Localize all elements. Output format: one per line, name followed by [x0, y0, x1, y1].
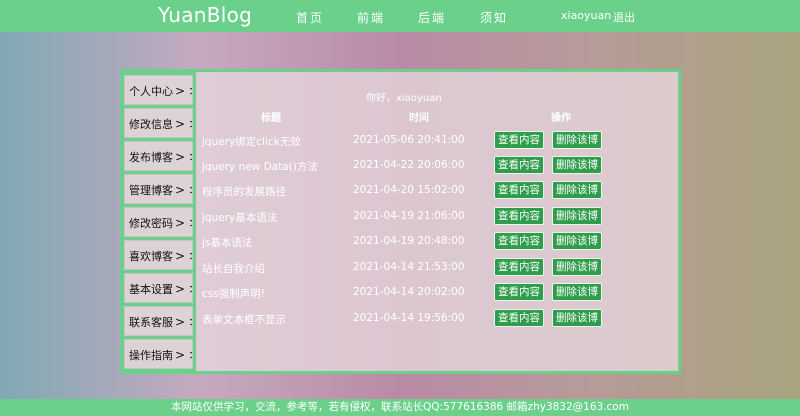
view-content-button[interactable]: 查看内容: [494, 232, 544, 250]
column-header-title: 标题: [261, 113, 281, 124]
blog-title[interactable]: 表单文本框不显示: [202, 312, 286, 327]
double-chevron-right-icon: > >: [175, 84, 192, 98]
table-row: js基本语法 2021-04-19 20:48:00 查看内容 删除该博: [123, 229, 678, 253]
blog-time: 2021-04-19 21:06:00: [353, 210, 465, 222]
blog-time: 2021-04-20 15:02:00: [353, 184, 465, 196]
blog-title[interactable]: css强制声明!: [202, 286, 265, 301]
site-logo[interactable]: YuanBlog: [158, 3, 252, 27]
sidebar-item-guide[interactable]: 操作指南> >: [124, 339, 193, 369]
table-row: 站长自我介绍 2021-04-14 21:53:00 查看内容 删除该博: [123, 255, 678, 279]
blog-title[interactable]: 站长自我介绍: [202, 261, 265, 276]
sidebar-item-profile[interactable]: 个人中心> >: [124, 75, 193, 105]
blog-title[interactable]: js基本语法: [202, 235, 252, 250]
blog-title[interactable]: 程序员的发展路径: [202, 184, 286, 199]
username[interactable]: xiaoyuan: [561, 9, 611, 22]
table-row: jquery new Data()方法 2021-04-22 20:06:00 …: [123, 153, 678, 177]
blog-time: 2021-04-14 20:02:00: [353, 286, 465, 298]
table-row: css强制声明! 2021-04-14 20:02:00 查看内容 删除该博: [123, 280, 678, 304]
view-content-button[interactable]: 查看内容: [494, 181, 544, 199]
nav-home[interactable]: 首页: [296, 9, 324, 26]
blog-time: 2021-04-19 20:48:00: [353, 235, 465, 247]
nav-frontend[interactable]: 前端: [357, 9, 385, 26]
sidebar-item-label: 操作指南: [129, 349, 173, 362]
view-content-button[interactable]: 查看内容: [494, 156, 544, 174]
delete-blog-button[interactable]: 删除该博: [552, 232, 602, 250]
double-chevron-right-icon: > >: [175, 348, 192, 362]
column-header-time: 时间: [409, 113, 429, 124]
blog-time: 2021-04-14 21:53:00: [353, 261, 465, 273]
blog-title[interactable]: jquery绑定click无效: [202, 134, 301, 149]
logout-link[interactable]: 退出: [613, 9, 635, 25]
delete-blog-button[interactable]: 删除该博: [552, 131, 602, 149]
table-row: 表单文本框不显示 2021-04-14 19:56:00 查看内容 删除该博: [123, 306, 678, 330]
blog-title[interactable]: jquery new Data()方法: [202, 159, 318, 174]
delete-blog-button[interactable]: 删除该博: [552, 207, 602, 225]
delete-blog-button[interactable]: 删除该博: [552, 181, 602, 199]
table-row: 程序员的发展路径 2021-04-20 15:02:00 查看内容 删除该博: [123, 178, 678, 202]
blog-title[interactable]: jquery基本语法: [202, 210, 277, 225]
sidebar-item-label: 个人中心: [129, 85, 173, 98]
view-content-button[interactable]: 查看内容: [494, 309, 544, 327]
column-header-actions: 操作: [551, 113, 571, 124]
delete-blog-button[interactable]: 删除该博: [552, 309, 602, 327]
table-row: jquery基本语法 2021-04-19 21:06:00 查看内容 删除该博: [123, 204, 678, 228]
view-content-button[interactable]: 查看内容: [494, 207, 544, 225]
top-nav-bar: YuanBlog 首页 前端 后端 须知 xiaoyuan 退出: [0, 0, 800, 32]
delete-blog-button[interactable]: 删除该博: [552, 156, 602, 174]
nav-notice[interactable]: 须知: [480, 9, 508, 26]
view-content-button[interactable]: 查看内容: [494, 131, 544, 149]
blog-time: 2021-04-14 19:56:00: [353, 312, 465, 324]
user-center-panel: 个人中心> > 修改信息> > 发布博客> > 管理博客> > 修改密码> > …: [120, 69, 681, 374]
view-content-button[interactable]: 查看内容: [494, 283, 544, 301]
delete-blog-button[interactable]: 删除该博: [552, 258, 602, 276]
delete-blog-button[interactable]: 删除该博: [552, 283, 602, 301]
nav-backend[interactable]: 后端: [418, 9, 446, 26]
table-row: jquery绑定click无效 2021-05-06 20:41:00 查看内容…: [123, 128, 678, 152]
view-content-button[interactable]: 查看内容: [494, 258, 544, 276]
greeting: 你好，xiaoyuan: [366, 93, 442, 104]
blog-time: 2021-04-22 20:06:00: [353, 159, 465, 171]
footer: 本网站仅供学习，交流，参考等，若有侵权，联系站长QQ:577616386 邮箱z…: [0, 399, 800, 416]
blog-time: 2021-05-06 20:41:00: [353, 134, 465, 146]
